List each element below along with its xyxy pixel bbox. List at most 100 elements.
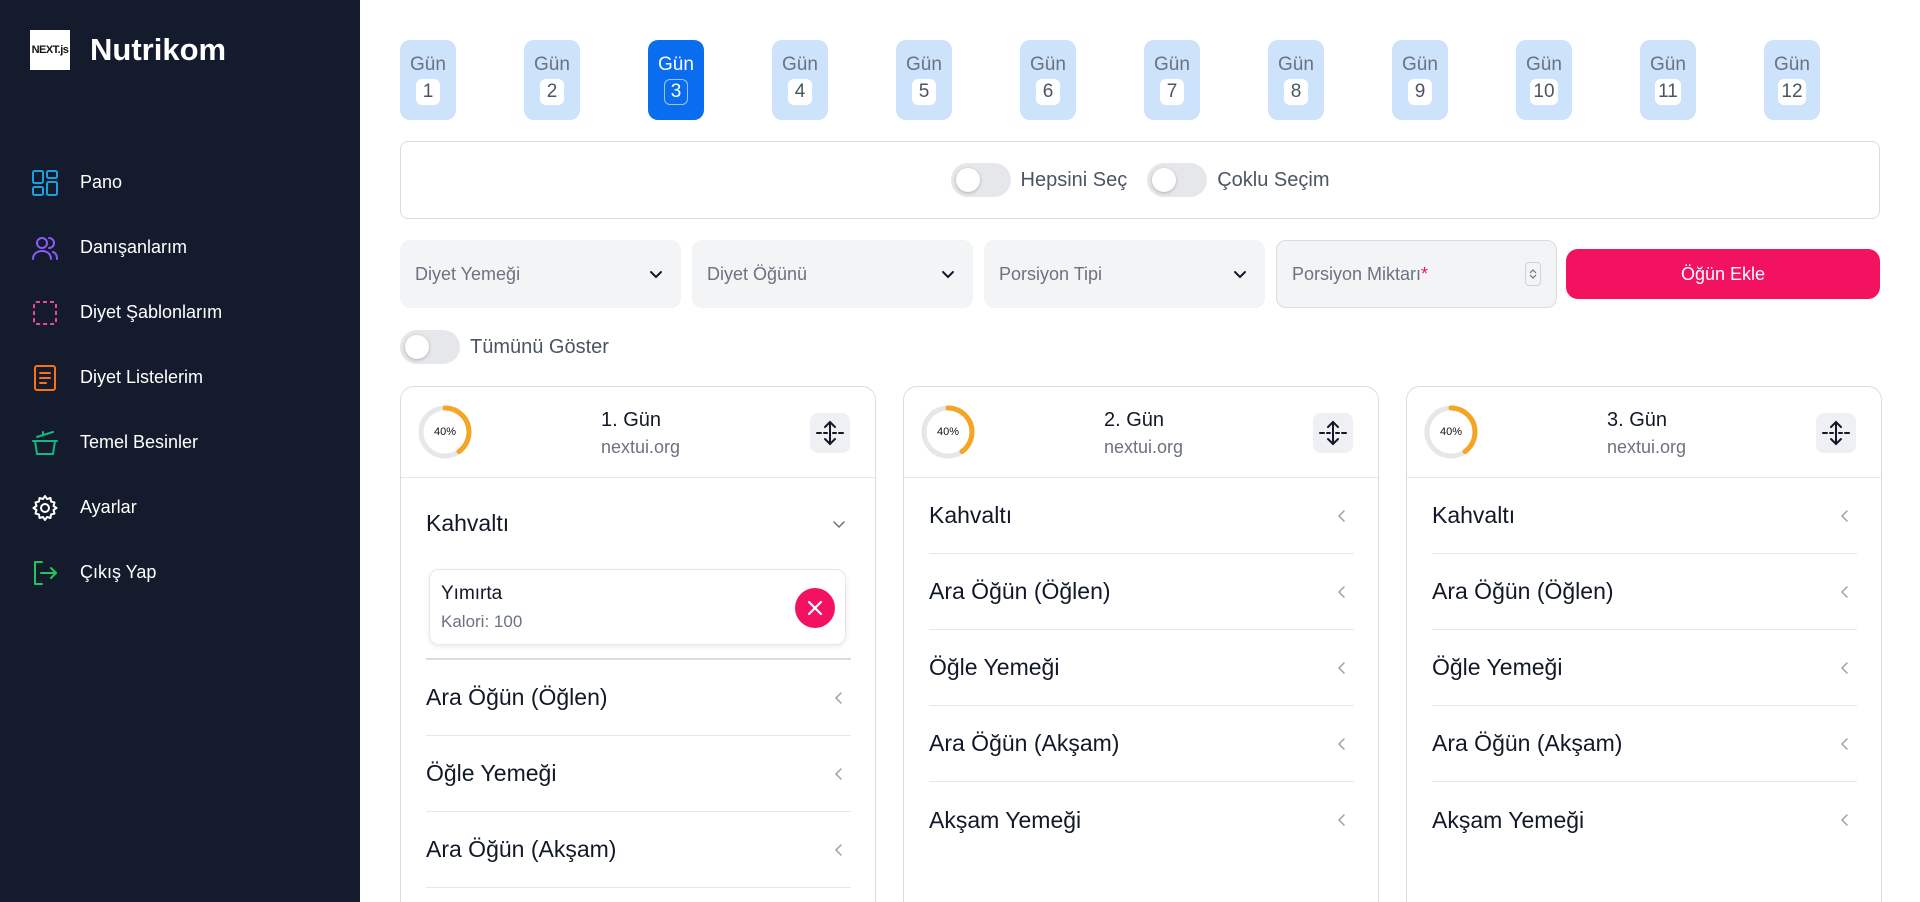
day-number: 7 — [1160, 79, 1184, 105]
sidebar-item-label: Danışanlarım — [80, 237, 188, 257]
meal-item[interactable]: Akşam Yemeği — [929, 782, 1354, 858]
select-all-toggle[interactable]: Hepsini Seç — [950, 163, 1127, 197]
meal-label: Akşam Yemeği — [929, 806, 1082, 833]
meal-label: Ara Öğün (Akşam) — [1432, 730, 1623, 756]
day-label: Gün — [782, 54, 818, 75]
sidebar-item-basic-foods[interactable]: Temel Besinler — [30, 410, 330, 475]
chevron-left-icon — [1337, 814, 1345, 826]
day-button[interactable]: Gün 2 — [524, 40, 580, 120]
diet-food-select[interactable]: Diyet Yemeği — [400, 240, 681, 308]
day-button[interactable]: Gün 11 — [1640, 40, 1696, 120]
day-button[interactable]: Gün 9 — [1392, 40, 1448, 120]
chevron-left-icon — [834, 691, 842, 704]
show-all-toggle[interactable]: Tümünü Göster — [400, 330, 609, 364]
meal-item[interactable]: Öğle Yemeği — [426, 736, 851, 812]
diet-meal-select[interactable]: Diyet Öğünü — [692, 240, 973, 308]
sidebar-item-label: Çıkış Yap — [80, 562, 157, 582]
meal-item[interactable]: Ara Öğün (Akşam) — [929, 706, 1354, 782]
meal-label: Öğle Yemeği — [1432, 654, 1563, 680]
add-meal-button[interactable]: Öğün Ekle — [1566, 249, 1880, 299]
drag-handle-button[interactable] — [1816, 413, 1856, 453]
meal-item[interactable]: Ara Öğün (Akşam) — [1432, 706, 1857, 782]
day-selector: Gün 1 Gün 2 Gün 3 Gün 4 Gün 5 Gün 6 Gün 7 Gün 8 … — [400, 40, 1879, 120]
sidebar-item-settings[interactable]: Ayarlar — [30, 475, 330, 540]
meal-item[interactable]: Ara Öğün (Öğlen) — [929, 554, 1354, 630]
pot-icon — [30, 428, 60, 458]
sidebar-item-templates[interactable]: Diyet Şablonlarım — [30, 280, 330, 345]
day-number: 5 — [912, 79, 936, 105]
meal-item[interactable]: Ara Öğün (Öğlen) — [1432, 554, 1857, 630]
meal-label: Kahvaltı — [929, 502, 1013, 528]
sidebar-item-logout[interactable]: Çıkış Yap — [30, 540, 330, 605]
move-vertical-icon — [1822, 420, 1850, 446]
day-label: Gün — [410, 54, 446, 75]
users-icon — [30, 233, 60, 263]
chevron-left-icon — [1337, 737, 1345, 750]
meal-label: Kahvaltı — [426, 510, 510, 536]
toggle-switch[interactable] — [400, 330, 460, 364]
day-card-title: 1. Gün — [601, 409, 662, 431]
day-label: Gün — [906, 54, 942, 75]
chevron-left-icon — [834, 843, 842, 856]
portion-type-select[interactable]: Porsiyon Tipi — [984, 240, 1265, 308]
day-button[interactable]: Gün 6 — [1020, 40, 1076, 120]
meal-item[interactable]: Öğle Yemeği — [929, 630, 1354, 706]
portion-amount-input[interactable]: Porsiyon Miktarı* — [1276, 240, 1557, 308]
day-button[interactable]: Gün 1 — [400, 40, 456, 120]
day-button[interactable]: Gün 8 — [1268, 40, 1324, 120]
chevron-left-icon — [1840, 661, 1848, 674]
day-card-title: 3. Gün — [1607, 409, 1668, 431]
chevron-left-icon — [1337, 585, 1345, 598]
meal-item[interactable]: Kahvaltı — [426, 478, 851, 569]
drag-handle-button[interactable] — [810, 413, 850, 453]
day-label: Gün — [1278, 54, 1314, 75]
chevron-down-icon[interactable] — [1529, 274, 1537, 280]
chevron-left-icon — [1337, 509, 1345, 522]
sidebar-item-label: Diyet Listelerim — [80, 367, 204, 387]
sidebar-item-label: Diyet Şablonlarım — [80, 302, 223, 322]
meal-item[interactable]: Ara Öğün (Öğlen) — [426, 660, 851, 736]
meal-item[interactable]: Ara Öğün (Akşam) — [426, 812, 851, 888]
meal-label: Ara Öğün (Akşam) — [426, 836, 617, 862]
required-mark: * — [1421, 263, 1429, 284]
toggle-switch[interactable] — [1147, 163, 1208, 197]
day-button[interactable]: Gün 12 — [1764, 40, 1820, 120]
brand[interactable]: NEXT.js Nutrikom — [30, 30, 226, 70]
meal-list: Kahvaltı Ara Öğün (Öğlen) Öğle Yemeği Ar… — [1432, 478, 1857, 858]
meal-label: Akşam Yemeği — [1432, 806, 1585, 833]
sidebar-item-diet-lists[interactable]: Diyet Listelerim — [30, 345, 330, 410]
day-button-active[interactable]: Gün 3 — [648, 40, 704, 120]
day-card-subtitle: nextui.org — [1104, 437, 1184, 457]
sidebar-item-pano[interactable]: Pano — [30, 150, 330, 215]
day-button[interactable]: Gün 10 — [1516, 40, 1572, 120]
meal-list: Kahvaltı Ara Öğün (Öğlen) Öğle Yemeği Ar… — [929, 478, 1354, 858]
day-button[interactable]: Gün 5 — [896, 40, 952, 120]
day-number: 4 — [788, 79, 812, 105]
app-title: Nutrikom — [90, 32, 227, 67]
day-number: 11 — [1655, 79, 1681, 105]
sidebar-item-label: Ayarlar — [80, 497, 137, 517]
multi-select-toggle[interactable]: Çoklu Seçim — [1147, 163, 1329, 197]
number-stepper[interactable] — [1525, 262, 1541, 286]
sidebar-item-clients[interactable]: Danışanlarım — [30, 215, 330, 280]
meal-item[interactable]: Kahvaltı — [1432, 478, 1857, 554]
chevron-down-icon — [650, 271, 662, 279]
meal-item[interactable]: Öğle Yemeği — [1432, 630, 1857, 706]
logout-icon — [30, 558, 60, 588]
meal-label: Öğle Yemeği — [929, 654, 1060, 680]
day-button[interactable]: Gün 4 — [772, 40, 828, 120]
day-button[interactable]: Gün 7 — [1144, 40, 1200, 120]
day-number: 8 — [1284, 79, 1308, 105]
day-label: Gün — [534, 54, 570, 75]
day-card-subtitle: nextui.org — [601, 437, 681, 457]
meal-item[interactable]: Kahvaltı — [929, 478, 1354, 554]
drag-handle-button[interactable] — [1313, 413, 1353, 453]
day-card-header: 40% 2. Gün nextui.org — [904, 387, 1378, 478]
chevron-left-icon — [1840, 814, 1848, 826]
toggle-switch[interactable] — [950, 163, 1011, 197]
day-card: 40% 2. Gün nextui.org Kahvaltı Ara Öğün … — [903, 386, 1379, 902]
day-number: 12 — [1778, 79, 1806, 105]
meal-item[interactable]: Akşam Yemeği — [1432, 782, 1857, 858]
remove-food-button[interactable] — [795, 588, 835, 628]
chevron-down-icon — [833, 520, 845, 528]
